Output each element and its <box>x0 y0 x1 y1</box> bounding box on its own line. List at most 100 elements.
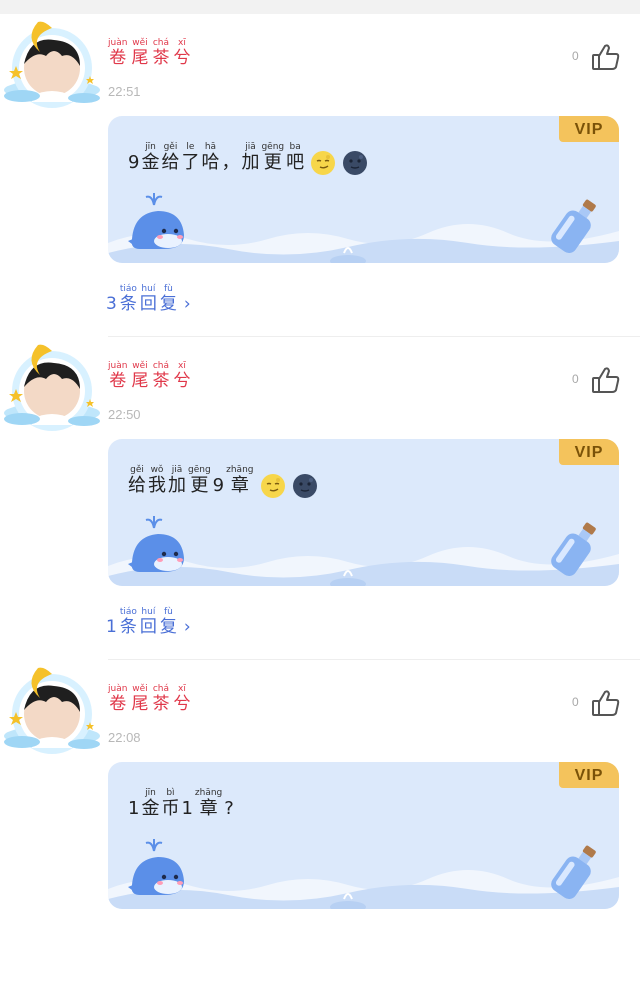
pinyin: fù <box>163 284 173 294</box>
ruby-char: 1 <box>181 788 192 820</box>
hanzi: 卷 <box>109 694 127 714</box>
pinyin: wěi <box>132 361 148 371</box>
pinyin: wǒ <box>150 465 164 475</box>
timestamp: 22:51 <box>108 84 141 99</box>
pinyin: ba <box>289 142 301 152</box>
like-count: 0 <box>572 695 579 709</box>
comment-item: juàn 卷 wěi 尾 chá 茶 xī 兮 22:51 0 VIP 9 jīn 金 gěi 给 le… <box>0 14 640 337</box>
view-replies-link[interactable]: 1 tiáo 条 huí 回 fù 复 › <box>106 607 191 637</box>
ruby-char: gěi 给 <box>128 465 146 497</box>
pinyin: juàn <box>108 361 128 371</box>
pinyin: huí <box>141 284 156 294</box>
hanzi: 加 <box>241 152 260 173</box>
ruby-char: wǒ 我 <box>148 465 166 497</box>
pinyin: jiā <box>245 142 256 152</box>
hanzi: 茶 <box>152 371 170 391</box>
ruby-char: huí 回 <box>140 284 157 314</box>
hanzi: 9 <box>128 152 140 173</box>
thumbs-up-icon[interactable] <box>590 42 622 72</box>
hanzi: 给 <box>161 152 180 173</box>
ruby-char: xī 兮 <box>173 38 190 68</box>
hanzi: 茶 <box>152 694 170 714</box>
hanzi: 章 <box>199 798 218 819</box>
hanzi: 金 <box>141 798 160 819</box>
pinyin: chá <box>152 38 170 48</box>
vip-comment-bubble: VIP gěi 给 wǒ 我 jiā 加 gēng 更 9 zhāng 章 <box>108 439 619 586</box>
ruby-char: xī 兮 <box>173 361 190 391</box>
pinyin: jīn <box>145 142 156 152</box>
hanzi: ， <box>221 152 240 173</box>
pinyin: tiáo <box>119 284 137 294</box>
ruby-char: wěi 尾 <box>131 38 148 68</box>
pinyin: xī <box>178 38 186 48</box>
pinyin: gēng <box>261 142 285 152</box>
ruby-char: jīn 金 <box>141 142 159 174</box>
hanzi: 尾 <box>131 48 149 68</box>
hanzi: 回 <box>139 294 157 314</box>
ruby-char: ， <box>221 142 239 174</box>
hanzi: ? <box>224 798 234 819</box>
hanzi: 兮 <box>173 371 191 391</box>
vip-comment-bubble: VIP 1 jīn 金 bì 币 1 zhāng 章? <box>108 762 619 909</box>
thumbs-up-icon[interactable] <box>590 688 622 718</box>
pinyin: tiáo <box>119 607 137 617</box>
hanzi: 给 <box>128 475 146 496</box>
username[interactable]: juàn 卷 wěi 尾 chá 茶 xī 兮 <box>108 38 190 68</box>
ruby-char: fù 复 <box>160 284 177 314</box>
ruby-char: juàn 卷 <box>108 684 127 714</box>
pinyin: jīn <box>145 788 156 798</box>
ruby-char: tiáo 条 <box>120 284 137 314</box>
hanzi: 尾 <box>131 694 149 714</box>
username[interactable]: juàn 卷 wěi 尾 chá 茶 xī 兮 <box>108 361 190 391</box>
ruby-char: 1 <box>106 607 117 637</box>
pinyin: chá <box>152 361 170 371</box>
hanzi: 章 <box>230 475 249 496</box>
ruby-char: 9 <box>128 142 139 174</box>
pinyin: jiā <box>171 465 183 475</box>
new-moon-face-icon <box>343 151 368 175</box>
vip-badge: VIP <box>559 439 619 465</box>
hanzi: 尾 <box>131 371 149 391</box>
comment-item: juàn 卷 wěi 尾 chá 茶 xī 兮 22:50 0 VIP gěi 给 wǒ 我 jiā 加… <box>0 337 640 660</box>
pinyin: chá <box>152 684 170 694</box>
hanzi: 兮 <box>173 48 191 68</box>
hanzi: 兮 <box>173 694 191 714</box>
avatar[interactable] <box>2 662 102 762</box>
pinyin: hā <box>204 142 217 152</box>
pinyin: xī <box>178 684 186 694</box>
vip-badge: VIP <box>559 762 619 788</box>
hanzi: 1 <box>128 798 140 819</box>
avatar[interactable] <box>2 339 102 439</box>
hanzi: 更 <box>190 475 209 496</box>
hanzi: 加 <box>168 475 186 496</box>
ruby-char: chá 茶 <box>152 684 169 714</box>
hanzi: 1 <box>181 798 193 819</box>
pinyin: xī <box>178 361 186 371</box>
comment-text: gěi 给 wǒ 我 jiā 加 gēng 更 9 zhāng 章 <box>128 465 318 498</box>
moon-face-icon <box>311 151 336 175</box>
ruby-char: 9 <box>213 465 224 497</box>
timestamp: 22:50 <box>108 407 141 422</box>
whale-decoration <box>124 833 194 903</box>
pinyin: juàn <box>108 684 128 694</box>
ruby-char: juàn 卷 <box>108 38 127 68</box>
like-count: 0 <box>572 372 579 386</box>
avatar[interactable] <box>2 16 102 116</box>
new-moon-face-icon <box>292 474 317 498</box>
ruby-char: wěi 尾 <box>131 361 148 391</box>
pinyin: gěi <box>163 142 178 152</box>
hanzi: 了 <box>181 152 200 173</box>
thumbs-up-icon[interactable] <box>590 365 622 395</box>
hanzi: 复 <box>159 617 177 637</box>
hanzi: 9 <box>212 475 225 496</box>
hanzi: 3 <box>106 294 117 314</box>
ruby-char: tiáo 条 <box>120 607 137 637</box>
pinyin: huí <box>141 607 156 617</box>
chevron-right-icon: › <box>183 617 191 637</box>
hanzi: 卷 <box>109 371 127 391</box>
ruby-char: chá 茶 <box>152 38 169 68</box>
hanzi: 回 <box>139 617 157 637</box>
username[interactable]: juàn 卷 wěi 尾 chá 茶 xī 兮 <box>108 684 190 714</box>
pinyin: fù <box>163 607 173 617</box>
view-replies-link[interactable]: 3 tiáo 条 huí 回 fù 复 › <box>106 284 191 314</box>
